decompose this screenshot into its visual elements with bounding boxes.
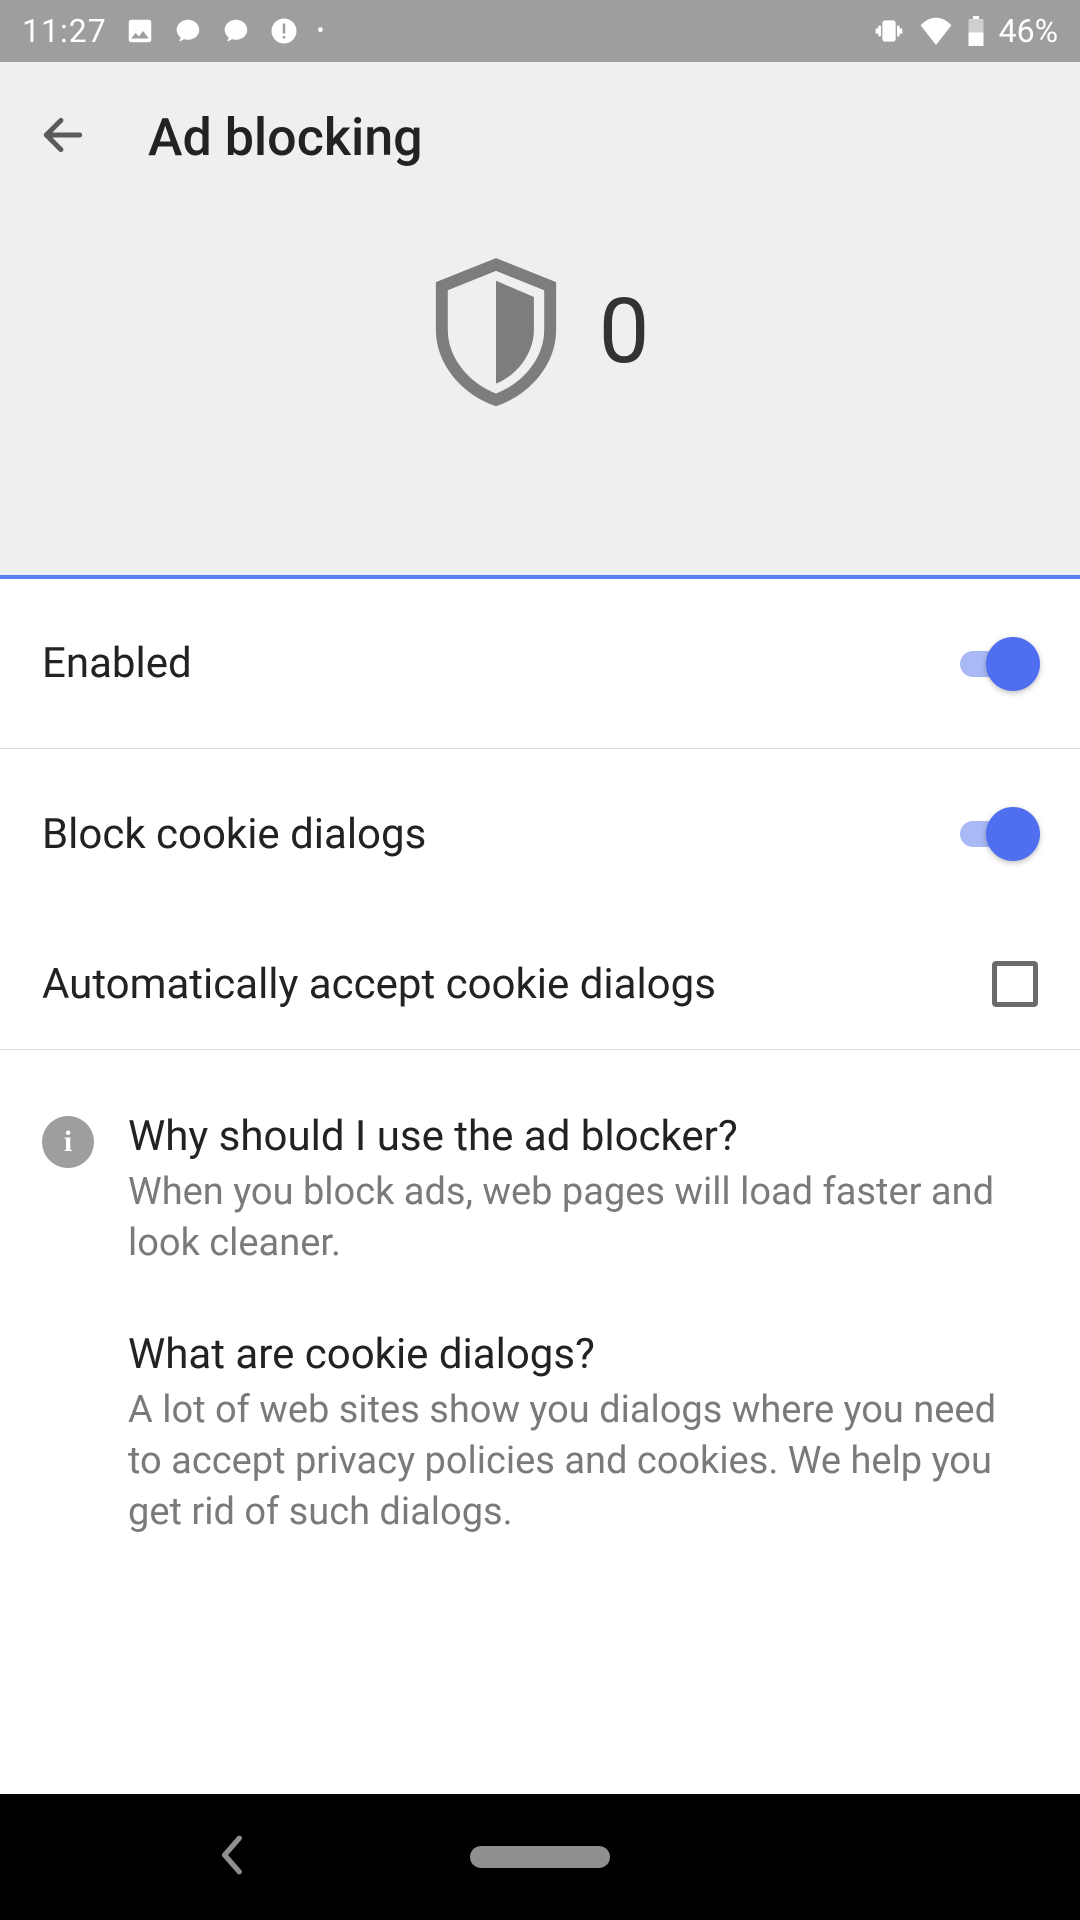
dot-icon: • [317, 19, 324, 44]
info-q1-title: Why should I use the ad blocker? [128, 1112, 1038, 1161]
nav-back-icon[interactable] [220, 1834, 246, 1880]
reddit-icon [221, 16, 251, 46]
cookie-group: Block cookie dialogs Automatically accep… [0, 749, 1080, 1050]
battery-percent: 46% [999, 12, 1058, 50]
info-q2-title: What are cookie dialogs? [128, 1330, 1038, 1379]
info-block-1: Why should I use the ad blocker? When yo… [128, 1112, 1038, 1270]
app-header: Ad blocking [0, 62, 1080, 212]
block-cookie-label: Block cookie dialogs [42, 810, 426, 859]
info-q1-body: When you block ads, web pages will load … [128, 1167, 1038, 1270]
vibrate-icon [873, 15, 905, 47]
alert-icon [269, 16, 299, 46]
enabled-switch[interactable] [960, 637, 1038, 691]
system-nav-bar [0, 1794, 1080, 1920]
enabled-row[interactable]: Enabled [0, 579, 1080, 749]
page-title: Ad blocking [148, 107, 423, 168]
auto-accept-row[interactable]: Automatically accept cookie dialogs [0, 919, 1080, 1049]
wifi-icon [919, 17, 953, 45]
hero: 0 [0, 252, 1080, 411]
picture-icon [125, 16, 155, 46]
block-cookie-switch[interactable] [960, 807, 1038, 861]
battery-icon [967, 16, 985, 46]
status-left: 11:27 • [22, 12, 324, 50]
info-block-2: What are cookie dialogs? A lot of web si… [128, 1330, 1038, 1539]
block-cookie-row[interactable]: Block cookie dialogs [0, 749, 1080, 919]
shield-icon [431, 252, 561, 411]
settings-list: Enabled Block cookie dialogs Automatical… [0, 579, 1080, 1794]
info-section: i Why should I use the ad blocker? When … [0, 1050, 1080, 1638]
hero-section: Ad blocking 0 [0, 62, 1080, 575]
status-right: 46% [873, 12, 1058, 50]
info-icon: i [42, 1116, 94, 1168]
auto-accept-label: Automatically accept cookie dialogs [42, 960, 716, 1009]
enabled-label: Enabled [42, 639, 192, 688]
status-bar: 11:27 • 46% [0, 0, 1080, 62]
info-body: Why should I use the ad blocker? When yo… [128, 1112, 1038, 1598]
back-arrow-icon[interactable] [38, 110, 88, 164]
status-time: 11:27 [22, 12, 107, 50]
blocked-count: 0 [599, 279, 650, 384]
switch-thumb [986, 807, 1040, 861]
switch-thumb [986, 637, 1040, 691]
reddit-icon [173, 16, 203, 46]
nav-home-pill[interactable] [470, 1846, 610, 1868]
info-q2-body: A lot of web sites show you dialogs wher… [128, 1385, 1038, 1539]
auto-accept-checkbox[interactable] [992, 961, 1038, 1007]
